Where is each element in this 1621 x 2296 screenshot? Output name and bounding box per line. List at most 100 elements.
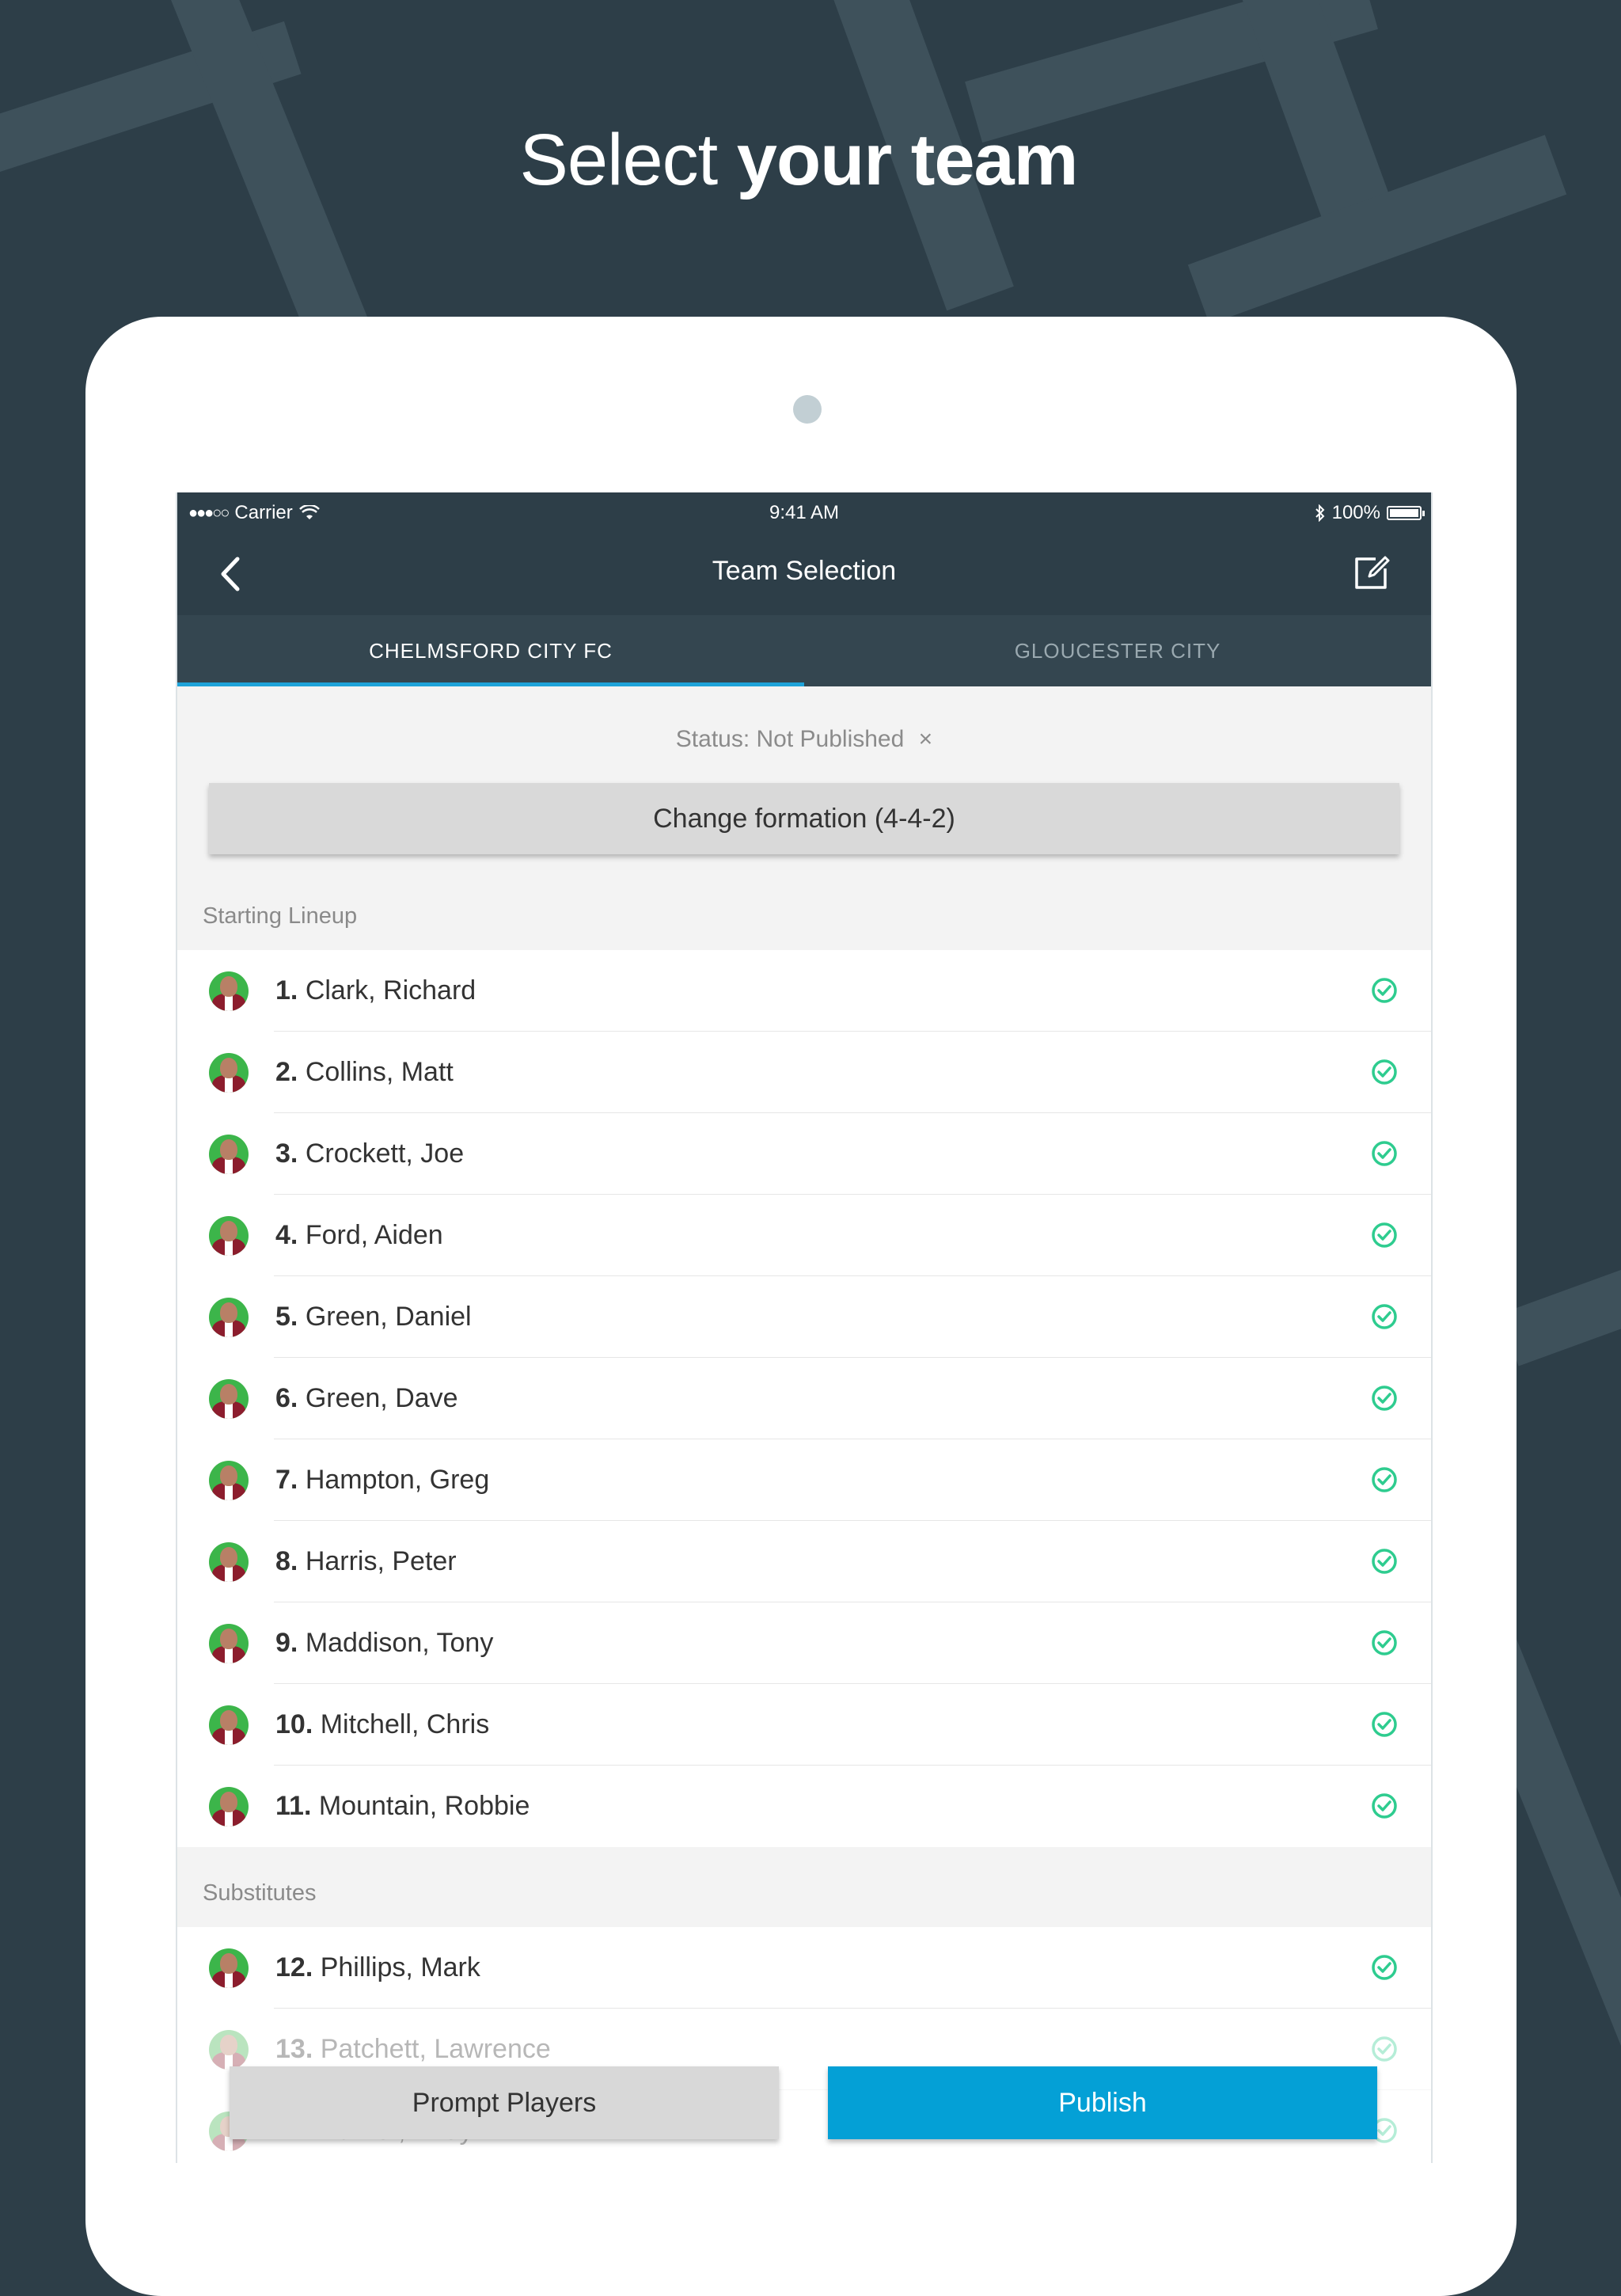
- player-name: 3. Crockett, Joe: [275, 1138, 464, 1169]
- starting-lineup-list: 1. Clark, Richard 2. Collins, Matt 3. Croc…: [177, 950, 1431, 1847]
- publish-button[interactable]: Publish: [828, 2066, 1377, 2139]
- player-name: 1. Clark, Richard: [275, 975, 476, 1006]
- player-row[interactable]: 11. Mountain, Robbie: [177, 1766, 1431, 1847]
- player-name: 13. Patchett, Lawrence: [275, 2034, 551, 2065]
- player-row[interactable]: 2. Collins, Matt: [177, 1032, 1431, 1113]
- player-number: 12.: [275, 1952, 313, 1982]
- player-row[interactable]: 9. Maddison, Tony: [177, 1602, 1431, 1684]
- player-name: 2. Collins, Matt: [275, 1057, 454, 1088]
- status-time: 9:41 AM: [769, 502, 840, 523]
- check-circle-icon[interactable]: [1371, 1548, 1398, 1575]
- check-circle-icon[interactable]: [1371, 1954, 1398, 1981]
- team-tabs: CHELMSFORD CITY FC GLOUCESTER CITY: [177, 615, 1431, 686]
- tab-chelmsford-city-fc[interactable]: CHELMSFORD CITY FC: [177, 615, 804, 686]
- change-formation-button[interactable]: Change formation (4-4-2): [209, 783, 1399, 854]
- player-avatar: [209, 1705, 249, 1745]
- check-circle-icon[interactable]: [1371, 1711, 1398, 1738]
- check-circle-icon[interactable]: [1371, 1222, 1398, 1249]
- close-icon[interactable]: ×: [919, 726, 933, 752]
- player-name-text: Hampton, Greg: [305, 1465, 490, 1495]
- player-number: 11.: [275, 1791, 312, 1821]
- tab-gloucester-city[interactable]: GLOUCESTER CITY: [804, 615, 1431, 686]
- player-avatar: [209, 1623, 249, 1663]
- player-name-text: Clark, Richard: [305, 975, 476, 1005]
- player-name-text: Mitchell, Chris: [320, 1709, 490, 1739]
- status-text: Status: Not Published: [675, 726, 905, 752]
- check-circle-icon[interactable]: [1371, 1140, 1398, 1167]
- player-avatar: [209, 1541, 249, 1582]
- check-circle-icon[interactable]: [1371, 1792, 1398, 1819]
- player-name-text: Phillips, Mark: [320, 1952, 480, 1982]
- player-name: 5. Green, Daniel: [275, 1302, 472, 1332]
- player-name: 4. Ford, Aiden: [275, 1220, 443, 1251]
- player-avatar: [209, 1460, 249, 1500]
- player-number: 8.: [275, 1546, 298, 1576]
- player-name: 7. Hampton, Greg: [275, 1465, 489, 1496]
- player-name: 11. Mountain, Robbie: [275, 1791, 530, 1822]
- navigation-bar: Team Selection: [177, 532, 1431, 615]
- player-name-text: Harris, Peter: [305, 1546, 457, 1576]
- player-number: 6.: [275, 1383, 298, 1413]
- player-number: 13.: [275, 2034, 313, 2064]
- player-avatar: [209, 1378, 249, 1419]
- player-name-text: Patchett, Lawrence: [320, 2034, 551, 2064]
- player-row[interactable]: 6. Green, Dave: [177, 1358, 1431, 1439]
- check-circle-icon[interactable]: [1371, 977, 1398, 1004]
- player-name-text: Mountain, Robbie: [318, 1791, 530, 1821]
- player-row[interactable]: 4. Ford, Aiden: [177, 1195, 1431, 1276]
- player-row[interactable]: 10. Mitchell, Chris: [177, 1684, 1431, 1766]
- app-screen: ●●●○○ Carrier 9:41 AM 100% Team Selectio…: [176, 492, 1433, 2163]
- player-number: 4.: [275, 1220, 298, 1250]
- substitutes-header: Substitutes: [203, 1880, 317, 1906]
- player-name: 12. Phillips, Mark: [275, 1952, 480, 1983]
- player-number: 5.: [275, 1302, 298, 1332]
- player-number: 9.: [275, 1628, 298, 1658]
- player-number: 10.: [275, 1709, 313, 1739]
- player-row[interactable]: 1. Clark, Richard: [177, 950, 1431, 1032]
- player-row[interactable]: 12. Phillips, Mark: [177, 1927, 1431, 2009]
- status-bar: ●●●○○ Carrier 9:41 AM 100%: [177, 492, 1431, 532]
- page-title: Team Selection: [712, 556, 897, 586]
- bottom-actions: Prompt Players Publish: [177, 2066, 1431, 2139]
- player-name: 9. Maddison, Tony: [275, 1628, 493, 1659]
- player-name-text: Collins, Matt: [305, 1057, 454, 1087]
- check-circle-icon[interactable]: [1371, 1385, 1398, 1412]
- player-number: 2.: [275, 1057, 298, 1087]
- check-circle-icon[interactable]: [1371, 1466, 1398, 1493]
- background-stripe: [1499, 1254, 1621, 1367]
- player-avatar: [209, 1786, 249, 1827]
- player-name: 6. Green, Dave: [275, 1383, 458, 1414]
- check-circle-icon[interactable]: [1371, 1629, 1398, 1656]
- starting-lineup-header: Starting Lineup: [203, 903, 358, 929]
- publish-status: Status: Not Published ×: [177, 726, 1431, 753]
- player-avatar: [209, 1134, 249, 1174]
- player-avatar: [209, 1215, 249, 1256]
- prompt-players-button[interactable]: Prompt Players: [230, 2066, 779, 2139]
- player-avatar: [209, 1052, 249, 1093]
- battery-icon: [1387, 506, 1425, 520]
- player-row[interactable]: 8. Harris, Peter: [177, 1521, 1431, 1602]
- player-name-text: Crockett, Joe: [305, 1138, 465, 1169]
- player-row[interactable]: 5. Green, Daniel: [177, 1276, 1431, 1358]
- player-name: 8. Harris, Peter: [275, 1546, 457, 1577]
- page-headline: Select your team: [519, 120, 1079, 200]
- player-number: 7.: [275, 1465, 298, 1495]
- player-avatar: [209, 2029, 249, 2070]
- player-avatar: [209, 1297, 249, 1337]
- player-name-text: Maddison, Tony: [305, 1628, 494, 1658]
- player-name: 10. Mitchell, Chris: [275, 1709, 489, 1740]
- bluetooth-icon: [1315, 504, 1325, 522]
- check-circle-icon[interactable]: [1371, 1059, 1398, 1085]
- player-avatar: [209, 1948, 249, 1988]
- check-circle-icon[interactable]: [1371, 1303, 1398, 1330]
- check-circle-icon[interactable]: [1371, 2036, 1398, 2062]
- player-name-text: Green, Daniel: [305, 1302, 472, 1332]
- player-avatar: [209, 971, 249, 1011]
- player-number: 3.: [275, 1138, 298, 1169]
- tablet-camera: [793, 395, 822, 424]
- player-name-text: Ford, Aiden: [305, 1220, 443, 1250]
- player-row[interactable]: 3. Crockett, Joe: [177, 1113, 1431, 1195]
- edit-icon[interactable]: [1352, 553, 1391, 592]
- player-row[interactable]: 7. Hampton, Greg: [177, 1439, 1431, 1521]
- battery-percent: 100%: [1331, 502, 1380, 523]
